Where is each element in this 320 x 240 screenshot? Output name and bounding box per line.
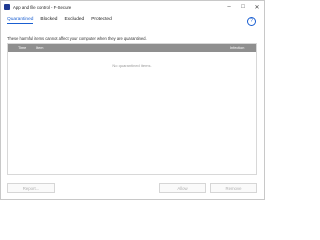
maximize-button[interactable]: □ xyxy=(236,1,250,13)
window-controls: – □ ✕ xyxy=(222,1,264,13)
minimize-button[interactable]: – xyxy=(222,1,236,13)
tab-blocked[interactable]: Blocked xyxy=(40,17,57,24)
allow-button[interactable]: Allow xyxy=(159,183,206,193)
title-bar: App and file control - F-Secure – □ ✕ xyxy=(1,1,264,13)
remove-button[interactable]: Remove xyxy=(210,183,257,193)
tab-quarantined[interactable]: Quarantined xyxy=(7,17,34,24)
close-button[interactable]: ✕ xyxy=(250,1,264,13)
help-icon[interactable]: ? xyxy=(247,17,256,26)
app-window: App and file control - F-Secure – □ ✕ Qu… xyxy=(0,0,265,200)
quarantine-table: Time Item Infection No quarantined items… xyxy=(7,43,257,175)
column-header-infection[interactable]: Infection xyxy=(230,46,256,50)
column-header-item[interactable]: Item xyxy=(26,46,230,50)
window-title: App and file control - F-Secure xyxy=(13,4,72,10)
tab-excluded[interactable]: Excluded xyxy=(64,17,84,24)
tab-bar: Quarantined Blocked Excluded Protected xyxy=(7,17,112,24)
quarantine-description: These harmful items cannot affect your c… xyxy=(7,36,147,41)
empty-table-message: No quarantined items. xyxy=(112,63,152,68)
table-header: Time Item Infection xyxy=(8,44,256,52)
tab-protected[interactable]: Protected xyxy=(91,17,112,24)
report-button[interactable]: Report... xyxy=(7,183,55,193)
column-header-time[interactable]: Time xyxy=(8,46,26,50)
f-secure-app-icon xyxy=(4,4,10,10)
